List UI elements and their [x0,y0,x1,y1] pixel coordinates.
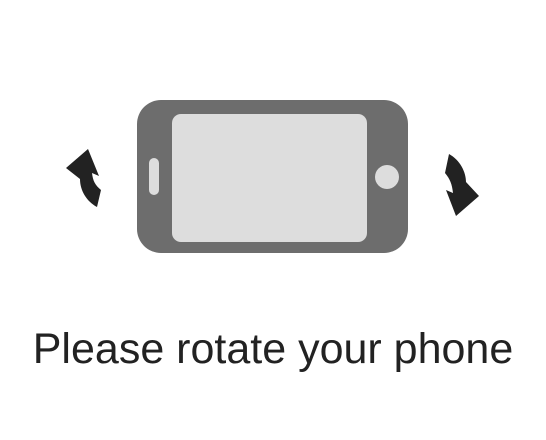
rotate-illustration [0,0,546,300]
phone-home-button [375,165,399,189]
phone-speaker [149,158,159,195]
phone-screen [172,114,367,242]
phone-landscape-icon [137,100,408,253]
rotate-message: Please rotate your phone [32,325,514,373]
rotate-arrow-right-icon [445,154,479,216]
rotate-arrow-left-icon [66,149,101,207]
